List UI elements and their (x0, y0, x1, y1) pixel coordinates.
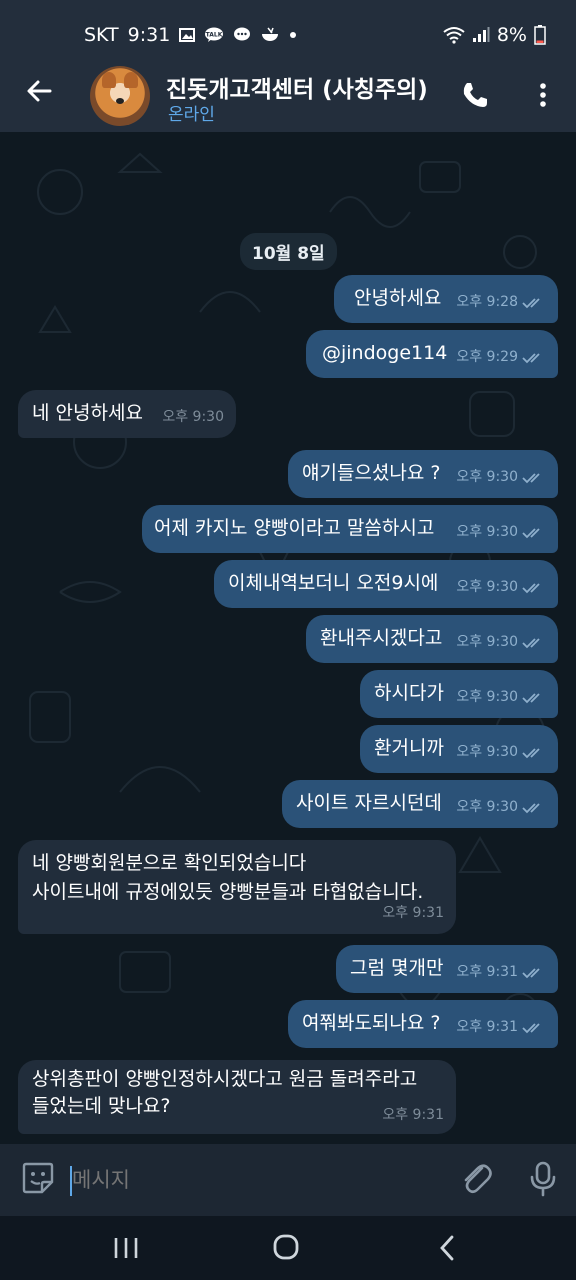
image-icon (179, 28, 196, 42)
message-bubble-outgoing[interactable]: 안녕하세요 오후 9:28 (334, 275, 558, 323)
clock-label: 9:31 (127, 24, 171, 46)
message-text: 환내주시겠다고 (320, 627, 443, 649)
message-bubble-incoming[interactable]: 상위총판이 양빵인정하시겠다고 원금 돌려주라고 들었는데 맞나요? 오후 9:… (18, 1060, 456, 1134)
message-text: 안녕하세요 (354, 287, 442, 309)
message-bubble-incoming[interactable]: 네 양빵회원분으로 확인되었습니다 사이트내에 규정에있듯 양빵분들과 타협없습… (18, 840, 456, 934)
message-time: 오후 9:29 (456, 349, 518, 365)
message-bubble-outgoing[interactable]: 얘기들으셨나요 ? 오후 9:30 (288, 450, 558, 498)
message-bubble-outgoing[interactable]: 이체내역보더니 오전9시에 오후 9:30 (214, 560, 558, 608)
battery-icon (534, 25, 546, 45)
message-text: @jindoge114 (322, 342, 448, 364)
microphone-icon[interactable] (526, 1160, 560, 1198)
svg-text:TALK: TALK (206, 32, 223, 39)
dot-icon (290, 32, 297, 38)
message-text: 네 양빵회원분으로 확인되었습니다 사이트내에 규정에있듯 양빵분들과 타협없습… (32, 852, 424, 903)
talk-icon: TALK (205, 27, 224, 42)
chat-title[interactable]: 진돗개고객센터 (사칭주의) (166, 70, 436, 104)
message-bubble-outgoing[interactable]: 환내주시겠다고 오후 9:30 (306, 615, 558, 663)
message-text: 얘기들으셨나요 ? (302, 462, 441, 484)
message-time: 오후 9:31 (382, 1107, 444, 1123)
message-text: 상위총판이 양빵인정하시겠다고 원금 돌려주라고 들었는데 맞나요? (32, 1068, 418, 1117)
double-check-icon (522, 692, 540, 703)
message-list[interactable]: 10월 8일 안녕하세요 오후 9:28 @jindoge114 오후 9:29… (0, 132, 576, 1144)
chat-icon (234, 27, 251, 41)
message-time: 오후 9:31 (456, 1019, 518, 1035)
double-check-icon (522, 802, 540, 813)
message-bubble-outgoing[interactable]: 환거니까 오후 9:30 (360, 725, 558, 773)
battery-label: 8% (496, 24, 527, 46)
carrier-label: SKT (84, 24, 119, 46)
message-bubble-outgoing[interactable]: 어제 카지노 양빵이라고 말씀하시고 오후 9:30 (142, 505, 558, 553)
message-time: 오후 9:30 (456, 524, 518, 540)
message-time: 오후 9:30 (456, 469, 518, 485)
message-time: 오후 9:31 (382, 905, 444, 921)
message-text: 네 안녕하세요 (32, 402, 143, 424)
message-bubble-outgoing[interactable]: 사이트 자르시던데 오후 9:30 (282, 780, 558, 828)
message-time: 오후 9:30 (456, 744, 518, 760)
double-check-icon (522, 582, 540, 593)
message-time: 오후 9:30 (456, 579, 518, 595)
message-bubble-outgoing[interactable]: @jindoge114 오후 9:29 (306, 330, 558, 378)
message-bubble-outgoing[interactable]: 그럼 몇개만 오후 9:31 (336, 945, 558, 993)
back-arrow-icon[interactable] (24, 76, 54, 106)
message-text: 여쭤봐도되나요 ? (302, 1012, 441, 1034)
more-menu-icon[interactable] (528, 80, 558, 110)
phone-icon[interactable] (460, 80, 490, 110)
double-check-icon (522, 527, 540, 538)
message-text: 어제 카지노 양빵이라고 말씀하시고 (154, 517, 435, 539)
message-text: 이체내역보더니 오전9시에 (228, 572, 439, 594)
home-icon[interactable] (266, 1232, 306, 1264)
double-check-icon (522, 637, 540, 648)
message-bubble-incoming[interactable]: 네 안녕하세요 오후 9:30 (18, 390, 236, 438)
double-check-icon (522, 967, 540, 978)
double-check-icon (522, 1022, 540, 1033)
message-text: 하시다가 (374, 682, 444, 704)
bowl-icon (262, 27, 279, 41)
message-time: 오후 9:28 (456, 294, 518, 310)
attach-paperclip-icon[interactable] (458, 1160, 494, 1198)
online-status: 온라인 (168, 105, 215, 125)
double-check-icon (522, 352, 540, 363)
message-time: 오후 9:30 (162, 409, 224, 425)
message-input[interactable] (72, 1164, 432, 1196)
message-time: 오후 9:30 (456, 689, 518, 705)
message-composer (0, 1144, 576, 1216)
nav-back-icon[interactable] (428, 1232, 468, 1264)
wifi-icon (443, 27, 465, 44)
message-text: 사이트 자르시던데 (296, 792, 442, 814)
double-check-icon (522, 297, 540, 308)
double-check-icon (522, 747, 540, 758)
message-text: 환거니까 (374, 737, 444, 759)
chat-header: 진돗개고객센터 (사칭주의) 온라인 (0, 54, 576, 132)
message-time: 오후 9:30 (456, 799, 518, 815)
system-navigation-bar (0, 1216, 576, 1280)
avatar[interactable] (90, 66, 150, 126)
message-text: 그럼 몇개만 (350, 957, 444, 979)
message-bubble-outgoing[interactable]: 하시다가 오후 9:30 (360, 670, 558, 718)
date-chip: 10월 8일 (240, 233, 337, 270)
recent-apps-icon[interactable] (106, 1232, 146, 1264)
message-time: 오후 9:30 (456, 634, 518, 650)
message-time: 오후 9:31 (456, 964, 518, 980)
sticker-emoji-icon[interactable] (20, 1160, 56, 1196)
double-check-icon (522, 472, 540, 483)
message-bubble-outgoing[interactable]: 여쭤봐도되나요 ? 오후 9:31 (288, 1000, 558, 1048)
signal-icon (472, 27, 490, 42)
